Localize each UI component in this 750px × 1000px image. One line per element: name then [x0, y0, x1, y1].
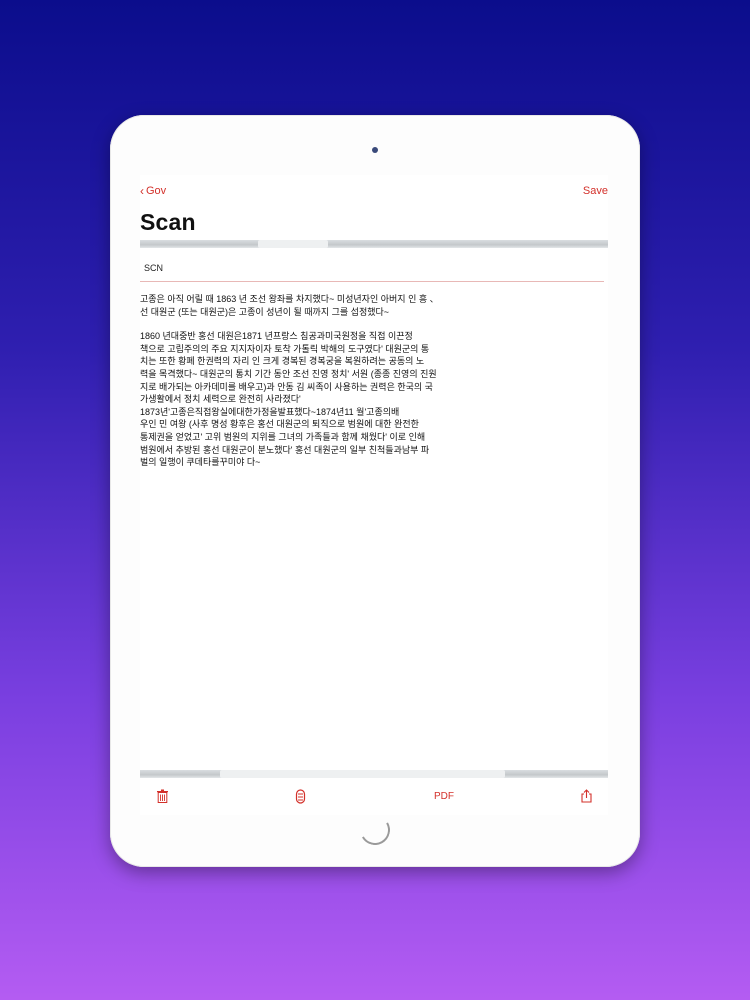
app-screen: ‹ Gov Save Scan SCN 고종은 아직 어릴 때 1863 년 조…: [140, 175, 608, 815]
scan-icon: [295, 788, 305, 804]
back-label: Gov: [146, 185, 167, 197]
horizontal-scrollbar-bottom[interactable]: [140, 770, 608, 778]
document-paragraph: 1860 년대중반 홍선 대원은1871 년프랑스 침공과미국원정을 직접 이끈…: [140, 331, 437, 468]
horizontal-scrollbar[interactable]: [140, 240, 608, 248]
camera-icon: [372, 147, 378, 153]
document-paragraph: 고종은 아직 어릴 때 1863 년 조선 왕좌를 차지했다~ 미성년자인 아버…: [140, 294, 439, 317]
scrollbar-thumb-bottom[interactable]: [220, 770, 505, 778]
navigation-bar: ‹ Gov Save: [140, 185, 608, 205]
document-name-value: SCN: [144, 263, 164, 273]
pdf-button[interactable]: PDF: [432, 787, 456, 805]
trash-button[interactable]: [154, 787, 170, 805]
scrollbar-thumb[interactable]: [258, 240, 328, 248]
share-icon: [580, 789, 592, 803]
back-button[interactable]: ‹ Gov: [140, 185, 166, 197]
page-title: Scan: [140, 209, 196, 235]
bottom-toolbar: PDF: [140, 787, 608, 807]
home-button[interactable]: [356, 811, 394, 849]
tablet-device: ‹ Gov Save Scan SCN 고종은 아직 어릴 때 1863 년 조…: [110, 115, 640, 867]
document-text[interactable]: 고종은 아직 어릴 때 1863 년 조선 왕좌를 차지했다~ 미성년자인 아버…: [140, 293, 500, 481]
trash-icon: [156, 789, 168, 803]
scan-button[interactable]: [292, 787, 308, 805]
share-button[interactable]: [578, 787, 594, 805]
chevron-left-icon: ‹: [140, 184, 144, 198]
document-name-field[interactable]: SCN: [140, 261, 604, 282]
save-button[interactable]: Save: [583, 185, 608, 197]
